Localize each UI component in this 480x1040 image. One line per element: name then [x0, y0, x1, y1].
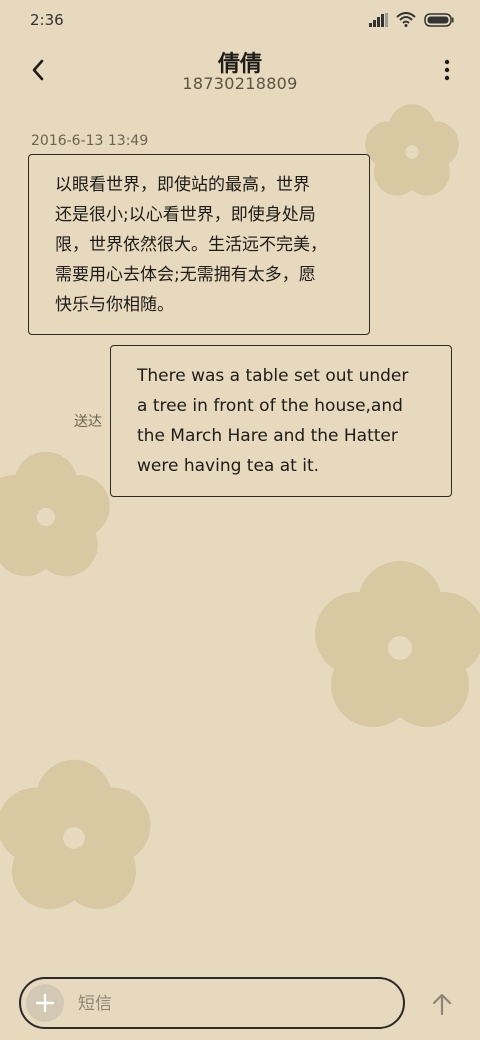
contact-number: 18730218809 — [182, 74, 298, 93]
sent-message-bubble[interactable]: There was a table set out under a tree i… — [110, 345, 452, 497]
message-line: 还是很小;以心看世界，即使身处局 — [55, 205, 316, 225]
wifi-icon — [396, 12, 416, 27]
conversation-header: 倩倩 18730218809 — [0, 40, 480, 110]
message-line: 需要用心去体会;无需拥有太多，愿 — [55, 265, 316, 285]
flower-decoration — [315, 561, 480, 727]
message-composer — [19, 977, 405, 1029]
signal-icon — [369, 12, 388, 27]
received-message-bubble[interactable]: 以眼看世界，即使站的最高，世界 还是很小;以心看世界，即使身处局 限，世界依然很… — [28, 154, 370, 335]
status-bar: 2:36 — [0, 0, 480, 40]
more-options-button[interactable] — [436, 54, 458, 86]
flower-decoration — [0, 759, 151, 910]
plus-icon — [35, 993, 55, 1013]
add-attachment-button[interactable] — [26, 984, 64, 1022]
message-timestamp: 2016-6-13 13:49 — [31, 133, 149, 149]
flower-decoration — [0, 451, 110, 577]
battery-icon — [424, 12, 454, 27]
status-time: 2:36 — [30, 11, 64, 29]
delivery-status: 送达 — [74, 414, 102, 430]
message-line: were having tea at it. — [137, 456, 320, 476]
message-line: a tree in front of the house,and — [137, 396, 403, 416]
message-line: the March Hare and the Hatter — [137, 426, 398, 446]
message-line: 快乐与你相随。 — [55, 295, 174, 315]
message-line: 以眼看世界，即使站的最高，世界 — [55, 175, 310, 195]
send-button[interactable] — [428, 989, 456, 1019]
flower-decoration — [365, 104, 459, 196]
message-input[interactable] — [76, 987, 390, 1021]
arrow-up-icon — [432, 993, 452, 1016]
message-line: 限，世界依然很大。生活远不完美， — [55, 235, 327, 255]
message-line: There was a table set out under — [137, 366, 409, 386]
status-icons — [369, 12, 454, 27]
more-vertical-icon — [444, 59, 450, 81]
